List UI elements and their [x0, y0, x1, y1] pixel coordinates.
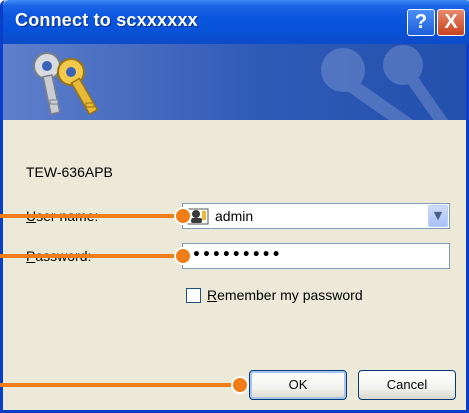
window-title: Connect to scxxxxxx — [15, 10, 198, 30]
password-input[interactable]: ••••••••• — [182, 243, 450, 269]
keys-icon — [33, 52, 99, 116]
callout-dot-username — [174, 207, 192, 225]
remember-label-hotkey: R — [207, 287, 218, 303]
callout-line-password — [0, 254, 188, 258]
help-button[interactable]: ? — [407, 9, 435, 36]
login-dialog: Connect to scxxxxxx ? X TEW-636APB User … — [0, 0, 469, 413]
callout-line-username — [0, 214, 188, 218]
chevron-down-icon[interactable]: ▼ — [428, 205, 448, 227]
password-value: ••••••••• — [192, 247, 282, 263]
close-button[interactable]: X — [437, 9, 465, 36]
remember-password-label[interactable]: Remember my password — [207, 287, 363, 303]
callout-dot-password — [174, 247, 192, 265]
username-combobox[interactable]: admin ▼ — [182, 203, 450, 229]
callout-dot-ok — [231, 376, 249, 394]
remember-password-checkbox[interactable] — [186, 288, 201, 303]
cancel-button[interactable]: Cancel — [358, 370, 456, 400]
username-value: admin — [215, 208, 254, 224]
dialog-banner — [3, 44, 466, 120]
remember-label-rest: emember my password — [217, 287, 363, 303]
watermark-keys-icon — [321, 45, 454, 120]
callout-line-ok — [0, 383, 245, 387]
ok-button[interactable]: OK — [249, 370, 347, 400]
title-bar[interactable]: Connect to scxxxxxx ? X — [3, 0, 469, 44]
server-name-label: TEW-636APB — [26, 164, 113, 180]
